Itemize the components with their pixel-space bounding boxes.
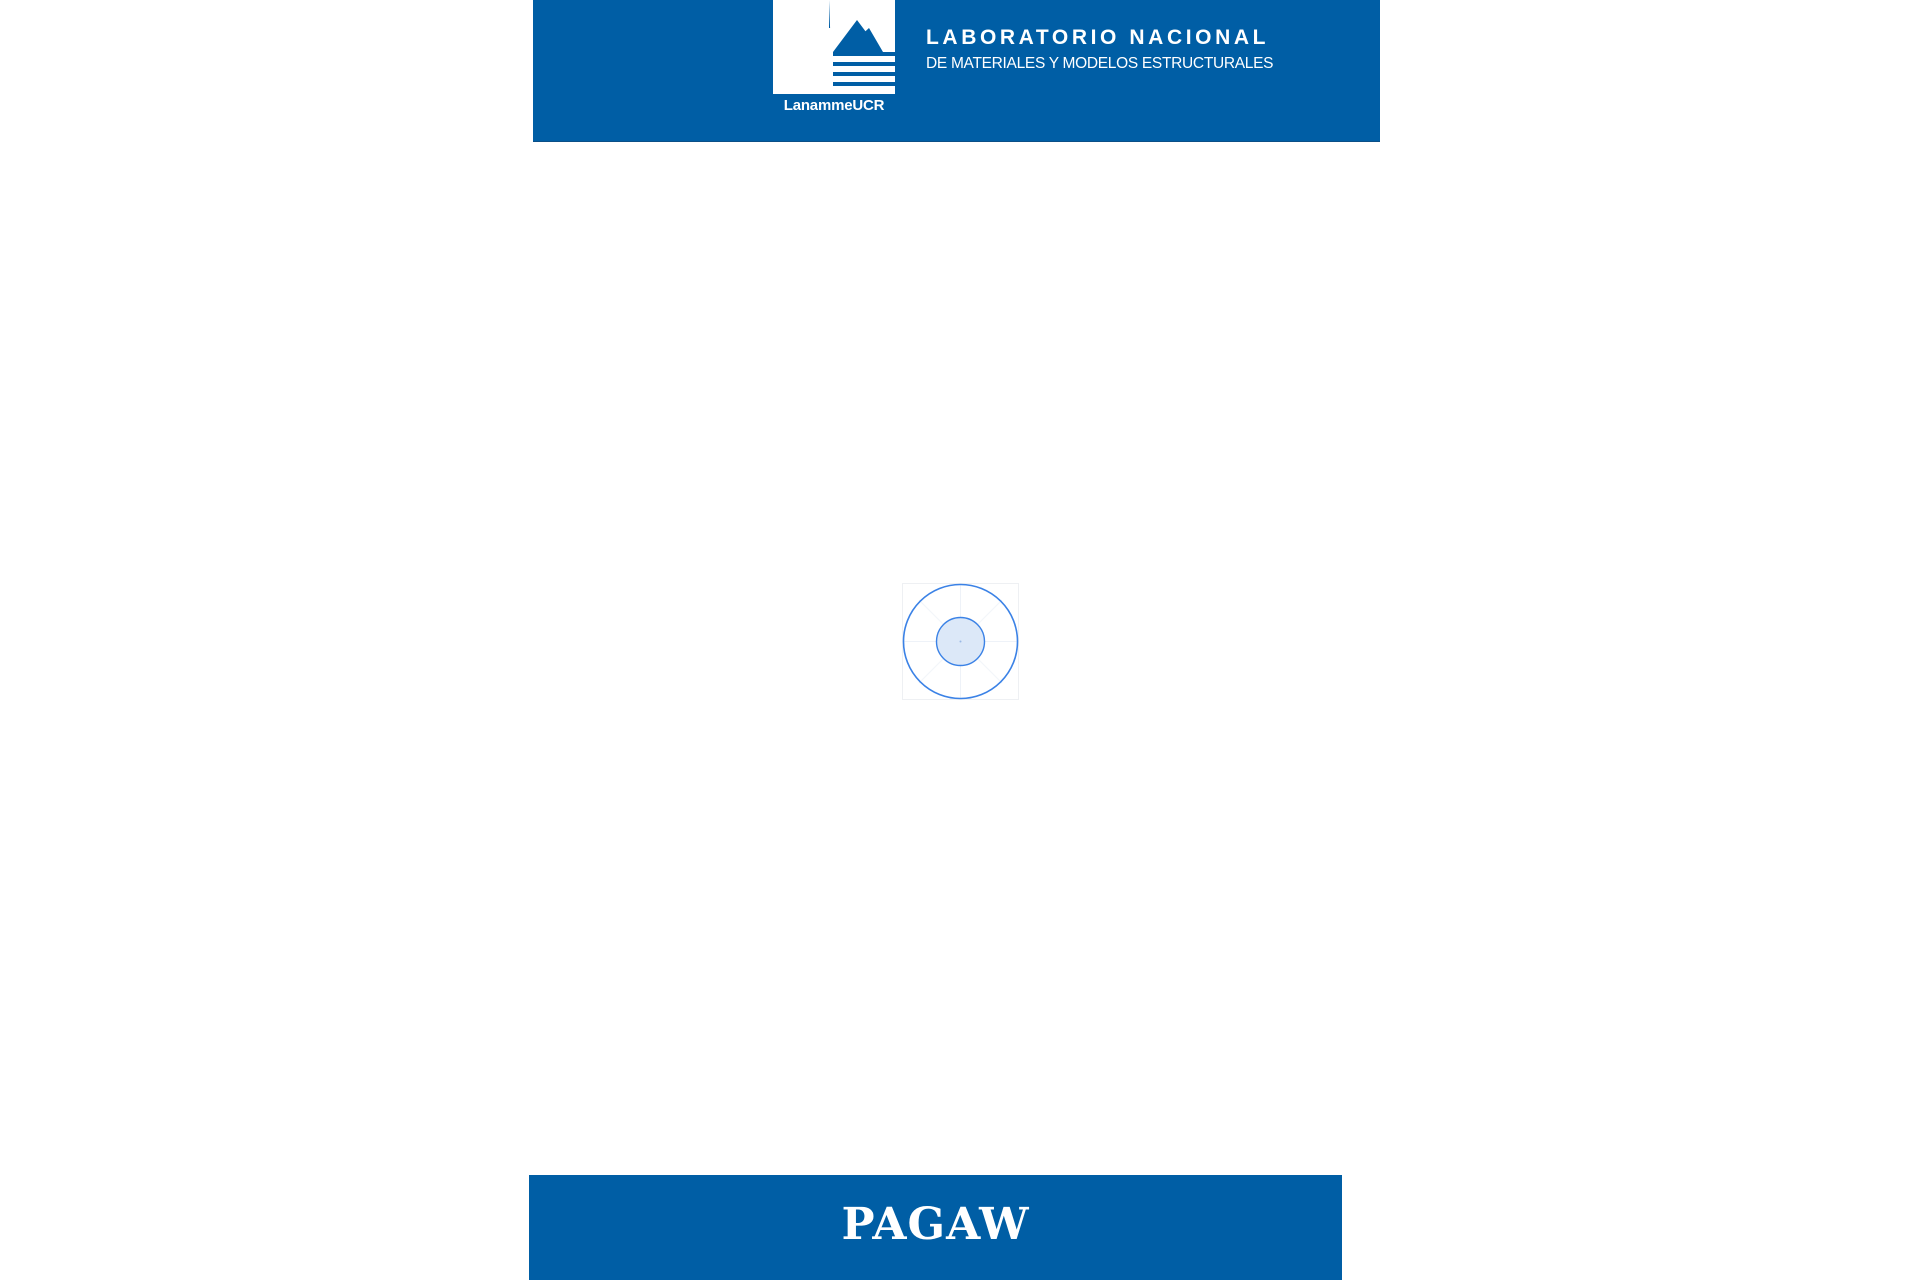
loading-spinner-icon (902, 583, 1019, 700)
footer-banner: PAGAW (529, 1175, 1342, 1280)
header-banner: LanammeUCR LABORATORIO NACIONAL DE MATER… (533, 0, 1380, 142)
lab-title: LABORATORIO NACIONAL (926, 26, 1270, 49)
footer-title: PAGAW (841, 1199, 1030, 1250)
lab-subtitle: DE MATERIALES Y MODELOS ESTRUCTURALES (926, 55, 1274, 72)
logo-caption: LanammeUCR (783, 97, 885, 114)
page: LanammeUCR LABORATORIO NACIONAL DE MATER… (0, 0, 1920, 1280)
